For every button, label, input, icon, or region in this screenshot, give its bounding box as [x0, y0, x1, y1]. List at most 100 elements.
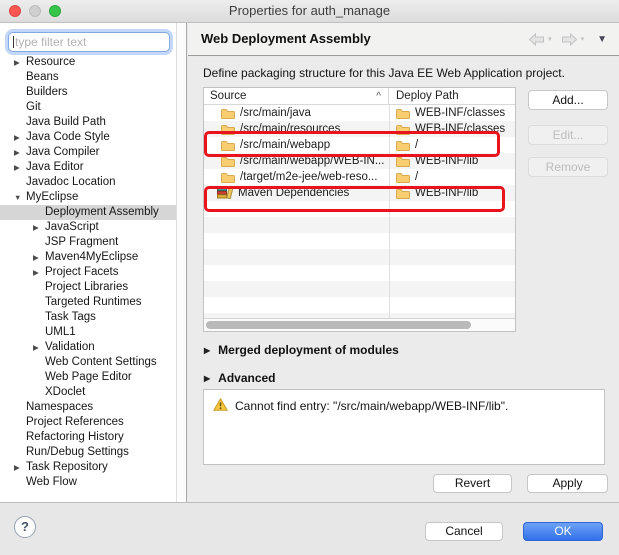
sidebar-tree-item[interactable]: ▶ Validation	[0, 340, 176, 355]
sidebar-tree-item[interactable]: ▶ Java Editor	[0, 160, 176, 175]
section-collapsed-icon[interactable]: ▶	[204, 374, 210, 383]
sidebar-tree-item[interactable]: Targeted Runtimes	[0, 295, 176, 310]
sort-ascending-icon: ^	[376, 89, 381, 105]
sidebar-scrollbar[interactable]	[176, 23, 186, 502]
forward-arrow-icon[interactable]	[561, 33, 578, 46]
deploy-path-cell: WEB-INF/classes	[389, 121, 515, 137]
folder-icon	[221, 140, 235, 151]
edit-button[interactable]: Edit...	[528, 125, 608, 145]
sidebar-tree-item[interactable]: ▼ MyEclipse	[0, 190, 176, 205]
tree-item-label: Maven4MyEclipse	[45, 251, 138, 263]
sidebar-tree-item[interactable]: Git	[0, 100, 176, 115]
sidebar-tree-item[interactable]: Web Content Settings	[0, 355, 176, 370]
sidebar-tree-item[interactable]: Refactoring History	[0, 430, 176, 445]
sidebar-tree-item[interactable]: Project References	[0, 415, 176, 430]
table-row[interactable]: /src/main/resources WEB-INF/classes	[204, 121, 515, 137]
sidebar-tree-item[interactable]: ▶ Java Compiler	[0, 145, 176, 160]
tree-item-label: Namespaces	[26, 401, 93, 413]
problems-box: Cannot find entry: "/src/main/webapp/WEB…	[203, 389, 605, 465]
add-button[interactable]: Add...	[528, 90, 608, 110]
sidebar-tree-item[interactable]: Web Page Editor	[0, 370, 176, 385]
description-text: Define packaging structure for this Java…	[203, 66, 565, 80]
sidebar-tree-item[interactable]: Deployment Assembly	[0, 205, 176, 220]
tree-item-label: Project Facets	[45, 266, 119, 278]
section-merged-deployment[interactable]: ▶Merged deployment of modules	[204, 343, 399, 357]
sidebar-tree-item[interactable]: UML1	[0, 325, 176, 340]
revert-button[interactable]: Revert	[433, 474, 512, 493]
tree-item-label: Java Code Style	[26, 131, 110, 143]
disclosure-triangle-icon[interactable]: ▶	[14, 55, 20, 70]
table-row[interactable]: /src/main/webapp /	[204, 137, 515, 153]
sidebar-tree-item[interactable]: Javadoc Location	[0, 175, 176, 190]
scrollbar-thumb[interactable]	[206, 321, 471, 329]
sidebar-tree-item[interactable]: Namespaces	[0, 400, 176, 415]
remove-button[interactable]: Remove	[528, 157, 608, 177]
source-cell: /src/main/resources	[204, 121, 389, 137]
view-menu-icon[interactable]: ▼	[597, 34, 607, 45]
cancel-button[interactable]: Cancel	[425, 522, 503, 541]
tree-item-label: Web Flow	[26, 476, 77, 488]
sidebar-tree-item[interactable]: Web Flow	[0, 475, 176, 490]
window-title: Properties for auth_manage	[0, 0, 619, 22]
sidebar-tree-item[interactable]: ▶ Resource	[0, 55, 176, 70]
source-cell: /src/main/java	[204, 105, 389, 121]
sidebar-tree-item[interactable]: Java Build Path	[0, 115, 176, 130]
tree-item-label: JavaScript	[45, 221, 99, 233]
sidebar-tree-item[interactable]: ▶ Maven4MyEclipse	[0, 250, 176, 265]
folder-icon	[396, 188, 410, 199]
text-caret	[13, 36, 14, 48]
table-row[interactable]: /target/m2e-jee/web-reso... /	[204, 169, 515, 185]
tree-item-label: UML1	[45, 326, 76, 338]
disclosure-triangle-icon[interactable]: ▶	[14, 130, 20, 145]
forward-history-caret-icon[interactable]: ▾	[581, 35, 585, 43]
table-body: /src/main/java WEB-INF/classes /src/main…	[204, 105, 515, 318]
disclosure-triangle-icon[interactable]: ▶	[33, 340, 39, 355]
column-header-source[interactable]: Source ^	[204, 88, 389, 104]
tree-item-label: Git	[26, 101, 41, 113]
section-collapsed-icon[interactable]: ▶	[204, 346, 210, 355]
sidebar-tree-item[interactable]: Project Libraries	[0, 280, 176, 295]
disclosure-triangle-icon[interactable]: ▶	[33, 220, 39, 235]
disclosure-triangle-icon[interactable]: ▶	[14, 145, 20, 160]
folder-icon	[221, 156, 235, 167]
horizontal-scrollbar[interactable]	[204, 318, 515, 331]
properties-tree: ▶ Resource Beans Builders Git Java Build…	[0, 55, 176, 502]
sidebar-tree-item[interactable]: Builders	[0, 85, 176, 100]
tree-item-label: Javadoc Location	[26, 176, 116, 188]
tree-item-label: Validation	[45, 341, 95, 353]
tree-item-label: Task Tags	[45, 311, 96, 323]
tree-item-label: MyEclipse	[26, 191, 78, 203]
section-advanced[interactable]: ▶Advanced	[204, 371, 276, 385]
help-button[interactable]: ?	[14, 516, 36, 538]
page-header: Web Deployment Assembly ▾ ▾ ▼	[188, 23, 619, 56]
table-row[interactable]: Maven Dependencies WEB-INF/lib	[204, 185, 515, 201]
sidebar-tree-item[interactable]: Beans	[0, 70, 176, 85]
tree-item-label: Targeted Runtimes	[45, 296, 142, 308]
folder-icon	[396, 124, 410, 135]
tree-item-label: Run/Debug Settings	[26, 446, 129, 458]
sidebar-tree-item[interactable]: XDoclet	[0, 385, 176, 400]
sidebar-tree-item[interactable]: ▶ Task Repository	[0, 460, 176, 475]
title-bar: Properties for auth_manage	[0, 0, 619, 23]
ok-button[interactable]: OK	[523, 522, 603, 541]
disclosure-triangle-icon[interactable]: ▶	[33, 250, 39, 265]
column-header-deploy-path[interactable]: Deploy Path	[389, 88, 515, 104]
tree-item-label: Resource	[26, 56, 75, 68]
table-row[interactable]: /src/main/webapp/WEB-IN... WEB-INF/lib	[204, 153, 515, 169]
disclosure-triangle-icon[interactable]: ▶	[33, 265, 39, 280]
disclosure-triangle-icon[interactable]: ▶	[14, 160, 20, 175]
back-arrow-icon[interactable]	[528, 33, 545, 46]
table-row[interactable]: /src/main/java WEB-INF/classes	[204, 105, 515, 121]
sidebar-tree-item[interactable]: JSP Fragment	[0, 235, 176, 250]
disclosure-triangle-icon[interactable]: ▶	[14, 460, 20, 475]
disclosure-triangle-icon[interactable]: ▼	[14, 190, 21, 205]
sidebar-tree-item[interactable]: Task Tags	[0, 310, 176, 325]
sidebar-tree-item[interactable]: Run/Debug Settings	[0, 445, 176, 460]
filter-input[interactable]	[8, 32, 170, 52]
warning-icon	[213, 398, 228, 411]
sidebar-tree-item[interactable]: ▶ Project Facets	[0, 265, 176, 280]
sidebar-tree-item[interactable]: ▶ JavaScript	[0, 220, 176, 235]
sidebar-tree-item[interactable]: ▶ Java Code Style	[0, 130, 176, 145]
apply-button[interactable]: Apply	[527, 474, 608, 493]
back-history-caret-icon[interactable]: ▾	[548, 35, 552, 43]
